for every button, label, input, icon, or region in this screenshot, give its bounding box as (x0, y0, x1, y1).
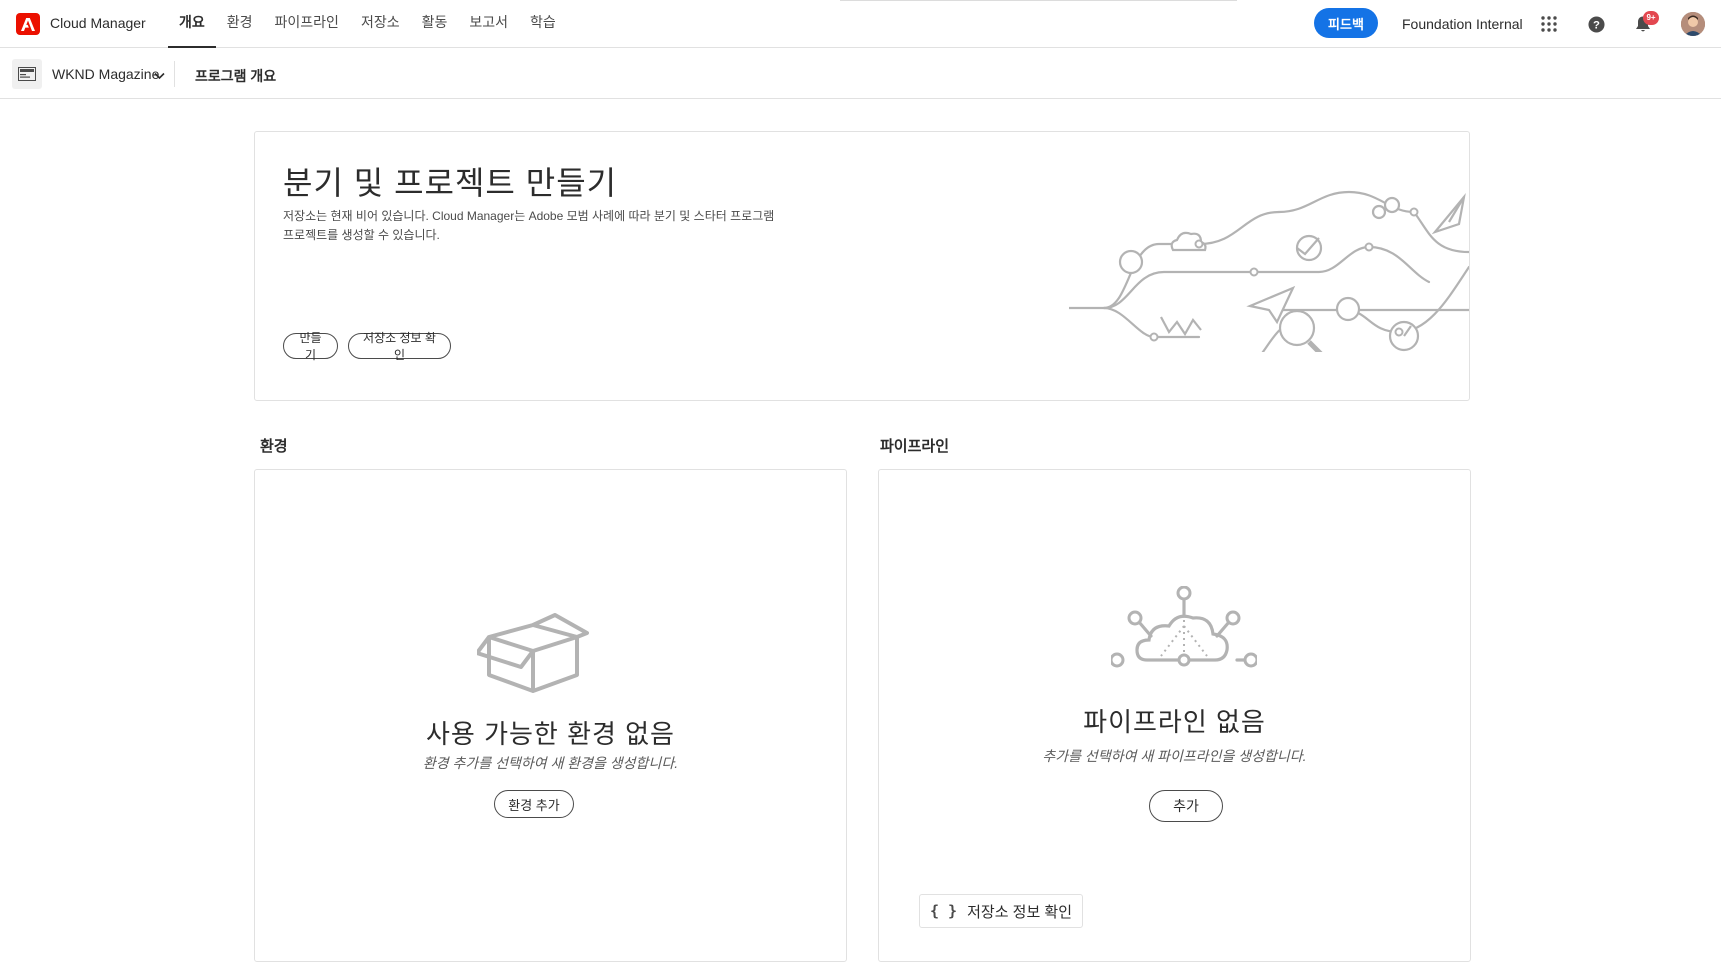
environments-empty-title: 사용 가능한 환경 없음 (426, 719, 675, 749)
page-title: 프로그램 개요 (195, 68, 277, 84)
environments-section-title: 환경 (260, 438, 288, 455)
workflow-illustration-icon (1069, 190, 1469, 352)
user-avatar[interactable] (1681, 12, 1705, 36)
nav-tab-pipelines[interactable]: 파이프라인 (264, 0, 350, 48)
loading-indicator (840, 0, 1237, 1)
cloud-network-icon (1111, 586, 1257, 668)
add-environment-button[interactable]: 환경 추가 (494, 790, 574, 818)
repo-info-label: 저장소 정보 확인 (967, 903, 1073, 921)
view-repo-info-link[interactable]: { } 저장소 정보 확인 (919, 894, 1084, 928)
feedback-button[interactable]: 피드백 (1314, 8, 1378, 38)
notification-badge: 9+ (1643, 11, 1659, 25)
org-switcher[interactable]: Foundation Internal (1402, 16, 1523, 32)
pipelines-section-title: 파이프라인 (880, 438, 950, 455)
hero-description: 저장소는 현재 비어 있습니다. Cloud Manager는 Adobe 모범… (283, 209, 775, 242)
chevron-down-icon[interactable] (154, 67, 165, 85)
code-braces-icon: { } (930, 902, 958, 920)
add-pipeline-button[interactable]: 추가 (1149, 790, 1223, 822)
nav-tab-reports[interactable]: 보고서 (458, 0, 519, 48)
create-branch-card: 분기 및 프로젝트 만들기 저장소는 현재 비어 있습니다. Cloud Man… (254, 131, 1470, 401)
main-nav: 개요 환경 파이프라인 저장소 활동 보고서 학습 (168, 0, 567, 48)
program-thumbnail-icon[interactable] (12, 59, 42, 89)
pipelines-card: 파이프라인 없음 추가를 선택하여 새 파이프라인을 생성합니다. 추가 { }… (878, 469, 1471, 962)
hero-title: 분기 및 프로젝트 만들기 (283, 165, 618, 201)
divider (174, 61, 175, 87)
view-repo-info-button[interactable]: 저장소 정보 확인 (348, 331, 451, 362)
program-switcher[interactable]: WKND Magazine (52, 66, 159, 82)
help-icon[interactable]: ? (1584, 12, 1608, 36)
nav-tab-learn[interactable]: 학습 (519, 0, 567, 48)
svg-text:?: ? (1593, 19, 1600, 31)
environments-empty-description: 환경 추가를 선택하여 새 환경을 생성합니다. (422, 755, 679, 771)
pipelines-empty-title: 파이프라인 없음 (1083, 707, 1266, 737)
create-button[interactable]: 만들기 (283, 331, 338, 362)
program-bar: WKND Magazine 프로그램 개요 (0, 49, 1721, 99)
nav-tab-environments[interactable]: 환경 (216, 0, 264, 48)
empty-box-icon (477, 613, 589, 693)
app-title[interactable]: Cloud Manager (50, 15, 146, 31)
pipelines-empty-description: 추가를 선택하여 새 파이프라인을 생성합니다. (1042, 748, 1307, 764)
environments-card: 사용 가능한 환경 없음 환경 추가를 선택하여 새 환경을 생성합니다. 환경… (254, 469, 847, 962)
apps-grid-icon[interactable] (1537, 12, 1561, 36)
nav-tab-activity[interactable]: 활동 (411, 0, 459, 48)
adobe-logo-icon[interactable] (16, 13, 40, 35)
nav-tab-overview[interactable]: 개요 (168, 0, 216, 48)
nav-tab-repositories[interactable]: 저장소 (350, 0, 411, 48)
top-navigation-bar: Cloud Manager 개요 환경 파이프라인 저장소 활동 보고서 학습 … (0, 0, 1721, 48)
